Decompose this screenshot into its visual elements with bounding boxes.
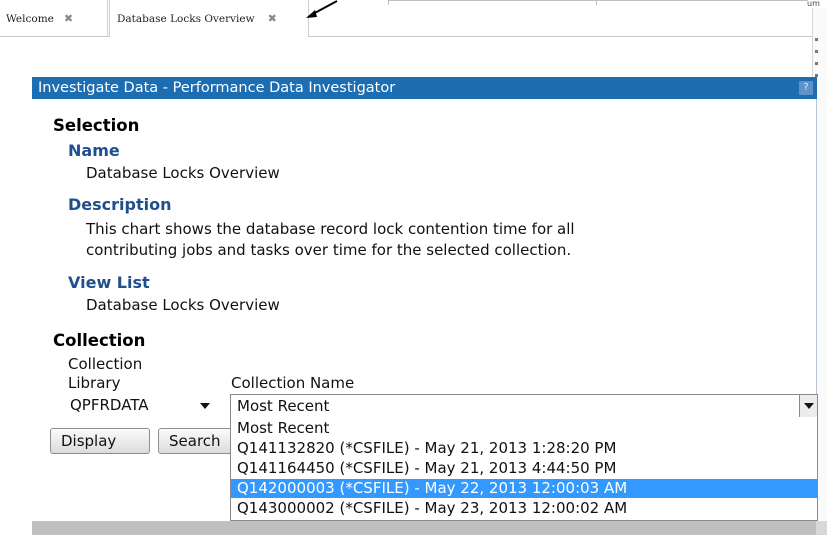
collection-library-select[interactable]: QPFRDATA xyxy=(66,395,222,416)
collection-name-select[interactable]: Most Recent xyxy=(230,394,818,418)
view-list-label: View List xyxy=(68,273,150,292)
description-line-1: This chart shows the database record loc… xyxy=(86,220,575,238)
display-button[interactable]: Display xyxy=(50,428,150,454)
name-label: Name xyxy=(68,141,120,160)
chevron-down-icon[interactable] xyxy=(799,395,817,417)
background-mark xyxy=(815,62,818,65)
background-mark xyxy=(815,38,818,41)
close-icon[interactable]: ✖ xyxy=(268,12,277,25)
tab-welcome[interactable]: Welcome ✖ xyxy=(4,0,108,37)
selection-heading: Selection xyxy=(53,116,140,135)
chevron-down-icon xyxy=(200,403,210,409)
tab-welcome-label: Welcome xyxy=(6,12,54,25)
tab-strip: Welcome ✖ Database Locks Overview ✖ xyxy=(0,0,812,37)
name-value: Database Locks Overview xyxy=(86,164,280,182)
background-mark xyxy=(815,50,818,53)
collection-library-label-line-1: Collection xyxy=(68,355,143,373)
view-list-value: Database Locks Overview xyxy=(86,296,280,314)
search-button[interactable]: Search xyxy=(158,428,238,454)
option-most-recent[interactable]: Most Recent xyxy=(231,419,817,438)
help-icon[interactable]: ? xyxy=(799,81,813,95)
toolbar-divider xyxy=(596,0,597,5)
option-q142000003[interactable]: Q142000003 (*CSFILE) - May 22, 2013 12:0… xyxy=(231,479,817,498)
description-label: Description xyxy=(68,195,172,214)
cutoff-text: um xyxy=(807,0,820,8)
dialog-title: Investigate Data - Performance Data Inve… xyxy=(38,80,396,96)
bottom-border xyxy=(816,521,827,535)
dialog-title-bar: Investigate Data - Performance Data Inve… xyxy=(32,77,817,99)
option-q141132820[interactable]: Q141132820 (*CSFILE) - May 21, 2013 1:28… xyxy=(231,439,817,458)
collection-name-value: Most Recent xyxy=(237,397,330,415)
tab-database-locks-overview[interactable]: Database Locks Overview ✖ xyxy=(109,0,309,37)
tab-database-locks-overview-label: Database Locks Overview xyxy=(117,12,255,25)
close-icon[interactable]: ✖ xyxy=(64,12,73,25)
arrow-icon xyxy=(306,0,338,18)
bottom-border xyxy=(32,521,816,535)
collection-library-label-line-2: Library xyxy=(68,374,121,392)
description-line-2: contributing jobs and tasks over time fo… xyxy=(86,241,572,259)
collection-name-options: Most Recent Q141132820 (*CSFILE) - May 2… xyxy=(230,417,818,521)
collection-name-label: Collection Name xyxy=(231,374,355,392)
option-q141164450[interactable]: Q141164450 (*CSFILE) - May 21, 2013 4:44… xyxy=(231,459,817,478)
option-q143000002[interactable]: Q143000002 (*CSFILE) - May 23, 2013 12:0… xyxy=(231,499,817,518)
collection-heading: Collection xyxy=(53,331,146,350)
toolbar-divider xyxy=(388,0,808,5)
collection-library-value: QPFRDATA xyxy=(70,396,149,414)
